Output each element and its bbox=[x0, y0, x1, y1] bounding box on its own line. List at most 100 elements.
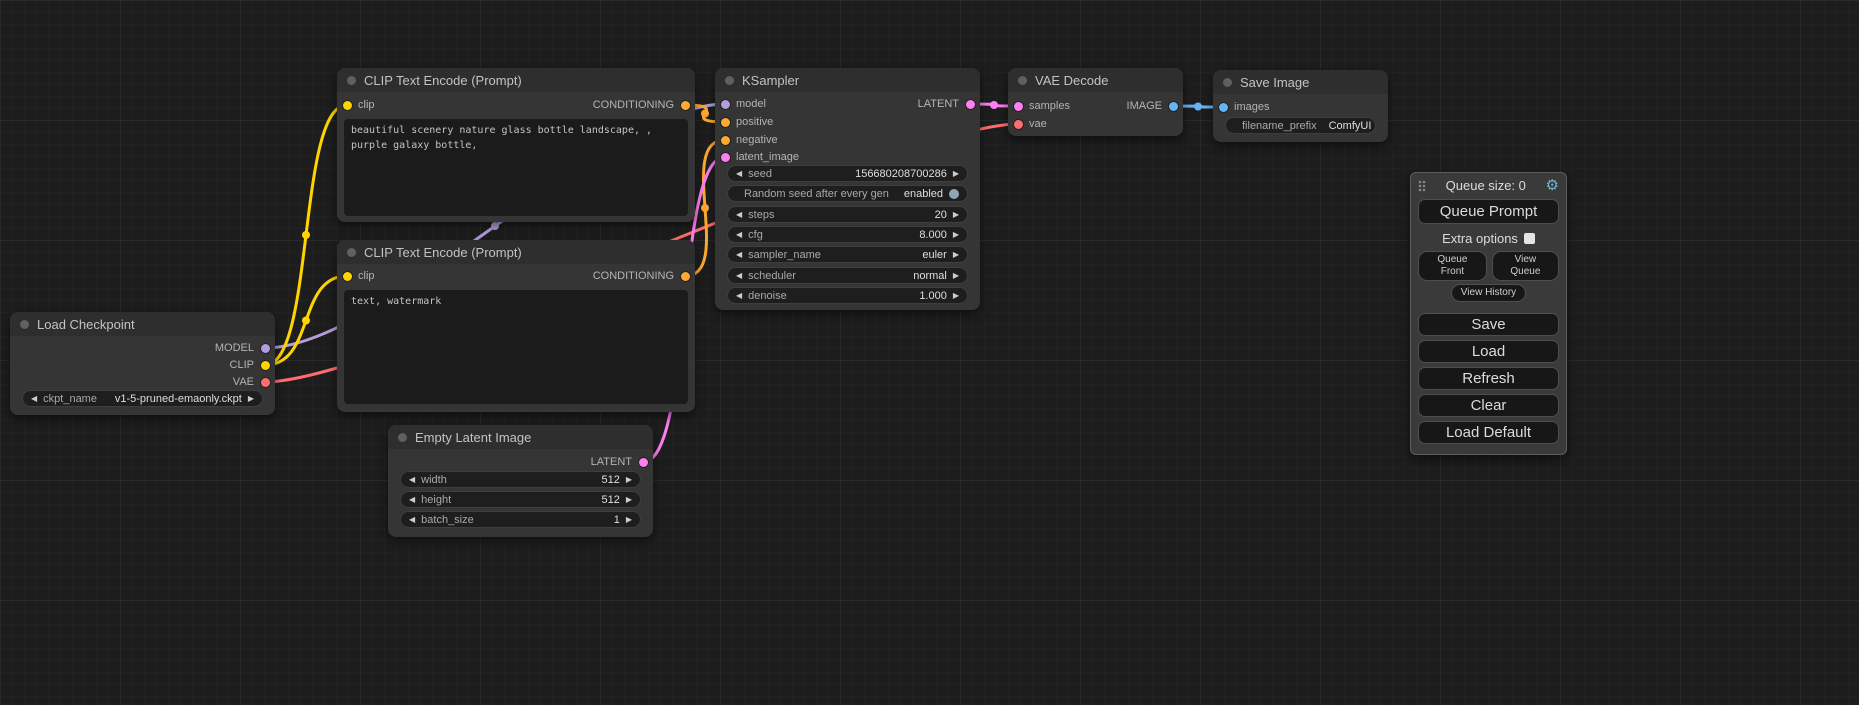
widget-label: Random seed after every gen bbox=[744, 188, 889, 200]
filename-prefix-widget[interactable]: filename_prefixComfyUI bbox=[1225, 117, 1376, 134]
decrement-arrow-icon[interactable]: ◀ bbox=[409, 476, 415, 484]
seed-widget[interactable]: ◀seed156680208700286▶ bbox=[727, 165, 968, 182]
node-clip-text-encode-positive[interactable]: CLIP Text Encode (Prompt)clipCONDITIONIN… bbox=[337, 68, 695, 222]
increment-arrow-icon[interactable]: ▶ bbox=[953, 211, 959, 219]
node-title-bar[interactable]: KSampler bbox=[715, 68, 980, 92]
steps-widget[interactable]: ◀steps20▶ bbox=[727, 206, 968, 223]
decrement-arrow-icon[interactable]: ◀ bbox=[736, 170, 742, 178]
widget-label: seed bbox=[748, 168, 772, 180]
model-input-port[interactable] bbox=[721, 100, 730, 109]
vae-output-port[interactable] bbox=[261, 378, 270, 387]
scheduler-widget[interactable]: ◀schedulernormal▶ bbox=[727, 267, 968, 284]
latent-output-port[interactable] bbox=[966, 100, 975, 109]
decrement-arrow-icon[interactable]: ◀ bbox=[736, 231, 742, 239]
drag-handle-icon[interactable] bbox=[1418, 180, 1426, 192]
images-input-port[interactable] bbox=[1219, 103, 1228, 112]
decrement-arrow-icon[interactable]: ◀ bbox=[409, 496, 415, 504]
increment-arrow-icon[interactable]: ▶ bbox=[953, 292, 959, 300]
node-title-bar[interactable]: VAE Decode bbox=[1008, 68, 1183, 92]
model-output-label: MODEL bbox=[215, 341, 254, 355]
node-title-bar[interactable]: CLIP Text Encode (Prompt) bbox=[337, 68, 695, 92]
decrement-arrow-icon[interactable]: ◀ bbox=[736, 251, 742, 259]
increment-arrow-icon[interactable]: ▶ bbox=[626, 516, 632, 524]
increment-arrow-icon[interactable]: ▶ bbox=[953, 170, 959, 178]
widget-label: denoise bbox=[748, 290, 787, 302]
collapse-toggle-icon[interactable] bbox=[1223, 78, 1232, 87]
width-widget[interactable]: ◀width512▶ bbox=[400, 471, 641, 488]
load-default-button[interactable]: Load Default bbox=[1418, 421, 1559, 444]
node-empty-latent-image[interactable]: Empty Latent ImageLATENT◀width512▶◀heigh… bbox=[388, 425, 653, 537]
collapse-toggle-icon[interactable] bbox=[347, 76, 356, 85]
node-clip-text-encode-negative[interactable]: CLIP Text Encode (Prompt)clipCONDITIONIN… bbox=[337, 240, 695, 412]
widget-value: 1 bbox=[614, 514, 620, 526]
node-title-text: VAE Decode bbox=[1035, 73, 1108, 88]
latent-output-port[interactable] bbox=[639, 458, 648, 467]
random-seed-after-every-gen-widget[interactable]: Random seed after every genenabled bbox=[727, 185, 968, 202]
load-button[interactable]: Load bbox=[1418, 340, 1559, 363]
batch-size-widget[interactable]: ◀batch_size1▶ bbox=[400, 511, 641, 528]
history-row: View History bbox=[1451, 284, 1526, 302]
vae-input-port[interactable] bbox=[1014, 120, 1023, 129]
node-title-bar[interactable]: Load Checkpoint bbox=[10, 312, 275, 336]
positive-prompt-textarea[interactable]: beautiful scenery nature glass bottle la… bbox=[344, 119, 688, 216]
collapse-toggle-icon[interactable] bbox=[398, 433, 407, 442]
negative-input-port[interactable] bbox=[721, 136, 730, 145]
sampler-name-widget[interactable]: ◀sampler_nameeuler▶ bbox=[727, 246, 968, 263]
save-button[interactable]: Save bbox=[1418, 313, 1559, 336]
node-graph-canvas[interactable]: Load CheckpointMODELCLIPVAE◀ckpt_namev1-… bbox=[0, 0, 1859, 705]
conditioning-output-label: CONDITIONING bbox=[593, 98, 674, 112]
positive-input-port[interactable] bbox=[721, 118, 730, 127]
node-title-bar[interactable]: CLIP Text Encode (Prompt) bbox=[337, 240, 695, 264]
increment-arrow-icon[interactable]: ▶ bbox=[626, 496, 632, 504]
height-widget[interactable]: ◀height512▶ bbox=[400, 491, 641, 508]
node-save-image[interactable]: Save Imageimagesfilename_prefixComfyUI bbox=[1213, 70, 1388, 142]
ckpt-name-widget[interactable]: ◀ckpt_namev1-5-pruned-emaonly.ckpt▶ bbox=[22, 390, 263, 407]
negative-prompt-textarea[interactable]: text, watermark bbox=[344, 290, 688, 404]
increment-arrow-icon[interactable]: ▶ bbox=[953, 272, 959, 280]
increment-arrow-icon[interactable]: ▶ bbox=[626, 476, 632, 484]
denoise-widget[interactable]: ◀denoise1.000▶ bbox=[727, 287, 968, 304]
model-output-port[interactable] bbox=[261, 344, 270, 353]
collapse-toggle-icon[interactable] bbox=[20, 320, 29, 329]
view-queue-button[interactable]: View Queue bbox=[1492, 251, 1559, 281]
decrement-arrow-icon[interactable]: ◀ bbox=[736, 292, 742, 300]
queue-front-button[interactable]: Queue Front bbox=[1418, 251, 1487, 281]
node-title-text: Load Checkpoint bbox=[37, 317, 135, 332]
clear-button[interactable]: Clear bbox=[1418, 394, 1559, 417]
node-vae-decode[interactable]: VAE DecodesamplesvaeIMAGE bbox=[1008, 68, 1183, 136]
decrement-arrow-icon[interactable]: ◀ bbox=[736, 272, 742, 280]
conditioning-output-port[interactable] bbox=[681, 101, 690, 110]
clip-input-port[interactable] bbox=[343, 101, 352, 110]
clip-input-port[interactable] bbox=[343, 272, 352, 281]
cfg-widget[interactable]: ◀cfg8.000▶ bbox=[727, 226, 968, 243]
link-midpoint-dot bbox=[1194, 103, 1202, 111]
increment-arrow-icon[interactable]: ▶ bbox=[953, 231, 959, 239]
conditioning-output-port[interactable] bbox=[681, 272, 690, 281]
queue-prompt-button[interactable]: Queue Prompt bbox=[1418, 199, 1559, 224]
link-midpoint-dot bbox=[701, 110, 709, 118]
node-load-checkpoint[interactable]: Load CheckpointMODELCLIPVAE◀ckpt_namev1-… bbox=[10, 312, 275, 415]
node-title-bar[interactable]: Save Image bbox=[1213, 70, 1388, 94]
clip-output-port[interactable] bbox=[261, 361, 270, 370]
collapse-toggle-icon[interactable] bbox=[1018, 76, 1027, 85]
samples-input-port[interactable] bbox=[1014, 102, 1023, 111]
increment-arrow-icon[interactable]: ▶ bbox=[248, 395, 254, 403]
latent-image-input-label: latent_image bbox=[736, 150, 799, 164]
collapse-toggle-icon[interactable] bbox=[725, 76, 734, 85]
refresh-button[interactable]: Refresh bbox=[1418, 367, 1559, 390]
node-title-bar[interactable]: Empty Latent Image bbox=[388, 425, 653, 449]
view-history-button[interactable]: View History bbox=[1451, 284, 1526, 302]
latent-image-input-port[interactable] bbox=[721, 153, 730, 162]
settings-gear-icon[interactable]: ⚙ bbox=[1546, 178, 1559, 193]
collapse-toggle-icon[interactable] bbox=[347, 248, 356, 257]
increment-arrow-icon[interactable]: ▶ bbox=[953, 251, 959, 259]
decrement-arrow-icon[interactable]: ◀ bbox=[409, 516, 415, 524]
image-output-port[interactable] bbox=[1169, 102, 1178, 111]
toggle-knob-icon[interactable] bbox=[949, 189, 959, 199]
widget-value: 20 bbox=[935, 209, 947, 221]
decrement-arrow-icon[interactable]: ◀ bbox=[736, 211, 742, 219]
vae-input-label: vae bbox=[1029, 117, 1047, 131]
extra-options-checkbox[interactable] bbox=[1524, 233, 1535, 244]
decrement-arrow-icon[interactable]: ◀ bbox=[31, 395, 37, 403]
node-ksampler[interactable]: KSamplermodelpositivenegativelatent_imag… bbox=[715, 68, 980, 310]
